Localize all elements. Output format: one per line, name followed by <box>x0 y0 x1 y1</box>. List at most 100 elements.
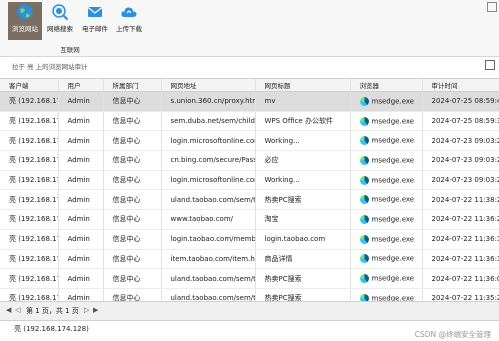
cell-text: 2024-07-22 11:36:08 <box>431 274 499 283</box>
cell-text: Admin <box>67 195 90 204</box>
cell-text: 2024-07-23 09:03:27 <box>431 176 499 185</box>
table-row[interactable]: 亮 (192.168.17... Admin 信息中心 item.taobao.com… <box>0 249 499 270</box>
column-header[interactable]: 所属部门 <box>103 79 162 92</box>
table-cell: uland.taobao.com/sem/tb... <box>161 189 256 211</box>
envelope-icon <box>86 3 104 21</box>
column-header[interactable]: 审计时间 <box>422 79 499 92</box>
email-button[interactable]: 电子邮件 <box>78 2 112 40</box>
table-cell: login.microsoftonline.com... <box>161 170 256 191</box>
table-cell: msedge.exe <box>350 288 423 302</box>
cell-text: 淘宝 <box>264 215 279 224</box>
table-cell: 热卖PC搜索 <box>255 189 351 211</box>
table-cell: 亮 (192.168.17... <box>0 91 59 112</box>
cell-text: 信息中心 <box>112 274 141 283</box>
search-globe-icon <box>51 3 69 21</box>
table-cell: msedge.exe <box>350 130 423 152</box>
table-cell: 2024-07-22 11:36:14 <box>422 249 499 270</box>
audit-hint-text: 拉于 亮 上的浏览网站审计 <box>12 63 88 71</box>
table-cell: 2024-07-22 11:36:08 <box>422 268 499 289</box>
table-cell: www.taobao.com/ <box>161 209 256 230</box>
column-header[interactable]: 浏览器 <box>350 79 423 92</box>
table-cell: s.union.360.cn/proxy.html <box>161 91 256 112</box>
table-cell: cn.bing.com/secure/Passp... <box>161 150 256 171</box>
cell-text: 信息中心 <box>112 254 141 263</box>
table-cell: 信息中心 <box>103 209 162 230</box>
column-header[interactable]: 用户 <box>58 79 104 92</box>
cell-text: 亮 (192.168.17... <box>9 195 57 204</box>
upload-download-label: 上传下载 <box>116 25 142 33</box>
cell-text: 热卖PC搜索 <box>264 274 302 283</box>
table-cell: Admin <box>58 229 104 250</box>
cell-text: uland.taobao.com/sem/tb... <box>170 195 255 204</box>
cell-text: msedge.exe <box>371 215 415 224</box>
table-cell: login.taobao.com/membe... <box>161 229 256 250</box>
cell-text: www.taobao.com/ <box>170 215 234 224</box>
table-row[interactable]: 亮 (192.168.17... Admin 信息中心 www.taobao.com/… <box>0 209 499 230</box>
cell-text: item.taobao.com/item.htm... <box>170 254 255 263</box>
table-cell: msedge.exe <box>350 229 423 250</box>
table-cell: 亮 (192.168.17... <box>0 111 59 132</box>
cell-text: msedge.exe <box>371 156 415 165</box>
table-cell: 信息中心 <box>103 189 162 211</box>
table-cell: Admin <box>58 288 104 302</box>
table-row[interactable]: 亮 (192.168.17... Admin 信息中心 login.microsoft… <box>0 130 499 152</box>
cell-text: 热卖PC搜索 <box>264 195 302 204</box>
upload-download-button[interactable]: 上传下载 <box>112 2 146 40</box>
last-page-icon[interactable]: ▶ <box>93 306 98 314</box>
cell-text: cn.bing.com/secure/Passp... <box>170 156 255 165</box>
table-cell: 热卖PC搜索 <box>255 288 351 302</box>
table-row[interactable]: 亮 (192.168.17...Admin信息中心uland.taobao.co… <box>0 268 499 289</box>
cell-text: msedge.exe <box>371 97 415 106</box>
table-row[interactable]: 亮 (192.168.17... Admin 信息中心 login.microsoft… <box>0 170 499 191</box>
cell-text: Working... <box>264 176 300 185</box>
cell-text: s.union.360.cn/proxy.html <box>170 97 255 106</box>
cell-text: 亮 (192.168.17... <box>9 274 57 283</box>
table-row[interactable]: 亮 (192.168.17... Admin 信息中心 cn.bing.com/sec… <box>0 150 499 171</box>
table-row[interactable]: 亮 (192.168.17... Admin 信息中心 uland.taobao.co… <box>0 189 499 211</box>
cell-text: login.taobao.com <box>264 235 326 244</box>
cell-text: Admin <box>67 215 90 224</box>
status-text: 亮 (192.168.174.128) <box>14 325 89 333</box>
cell-text: 亮 (192.168.17... <box>9 156 57 165</box>
cell-text: 亮 (192.168.17... <box>9 136 57 145</box>
table-cell: 2024-07-22 11:36:17 <box>422 229 499 250</box>
first-page-icon[interactable]: ◀ <box>6 306 11 314</box>
table-row[interactable]: 亮 (192.168.17... Admin 信息中心 s.union.360.cn/… <box>0 91 499 112</box>
edge-browser-icon <box>359 234 369 244</box>
table-cell: 亮 (192.168.17... <box>0 268 59 289</box>
next-page-icon[interactable]: ▷ <box>84 306 89 314</box>
edge-browser-icon <box>359 155 369 165</box>
cell-text: 2024-07-25 08:59:40 <box>431 97 499 106</box>
table-cell: Admin <box>58 170 104 191</box>
cell-text: 2024-07-25 08:59:38 <box>431 117 499 126</box>
web-search-button[interactable]: 网络搜索 <box>43 2 77 40</box>
browse-website-button[interactable]: 浏览网站 <box>8 2 42 40</box>
table-cell: Admin <box>58 150 104 171</box>
table-row[interactable]: 亮 (192.168.17... Admin 信息中心 login.taobao.co… <box>0 229 499 250</box>
table-cell: msedge.exe <box>350 249 423 270</box>
cell-text: msedge.exe <box>371 195 415 204</box>
cell-text: 亮 (192.168.17... <box>9 176 57 185</box>
column-header[interactable]: 客户端 <box>0 79 59 92</box>
table-cell: mv <box>255 91 351 112</box>
table-cell: msedge.exe <box>350 150 423 171</box>
table-row[interactable]: 亮 (192.168.17... Admin 信息中心 sem.duba.net/se… <box>0 111 499 132</box>
table-row[interactable]: 亮 (192.168.17...Admin信息中心uland.taobao.co… <box>0 288 499 302</box>
panel-options-icon[interactable] <box>485 60 495 70</box>
table-cell: 信息中心 <box>103 268 162 289</box>
ribbon-collapse-icon[interactable] <box>487 2 497 12</box>
prev-page-icon[interactable]: ◁ <box>15 306 20 314</box>
cell-text: 2024-07-23 09:03:29 <box>431 136 499 145</box>
status-bar: 亮 (192.168.174.128) CSDN @终端安全管理 <box>0 320 499 341</box>
table-cell: 信息中心 <box>103 249 162 270</box>
table-body: 亮 (192.168.17...Admin信息中心s.union.360.cn/… <box>0 91 499 302</box>
column-header[interactable]: 网页标题 <box>255 79 351 92</box>
edge-browser-icon <box>359 214 369 224</box>
cell-text: WPS Office 办公软件 <box>264 117 333 126</box>
table-cell: msedge.exe <box>350 91 423 112</box>
edge-browser-icon <box>359 274 369 284</box>
column-header[interactable]: 网页地址 <box>161 79 256 92</box>
table-cell: sem.duba.net/sem/childb... <box>161 111 256 132</box>
table-cell: login.microsoftonline.com... <box>161 130 256 152</box>
cell-text: 2024-07-22 11:36:14 <box>431 254 499 263</box>
